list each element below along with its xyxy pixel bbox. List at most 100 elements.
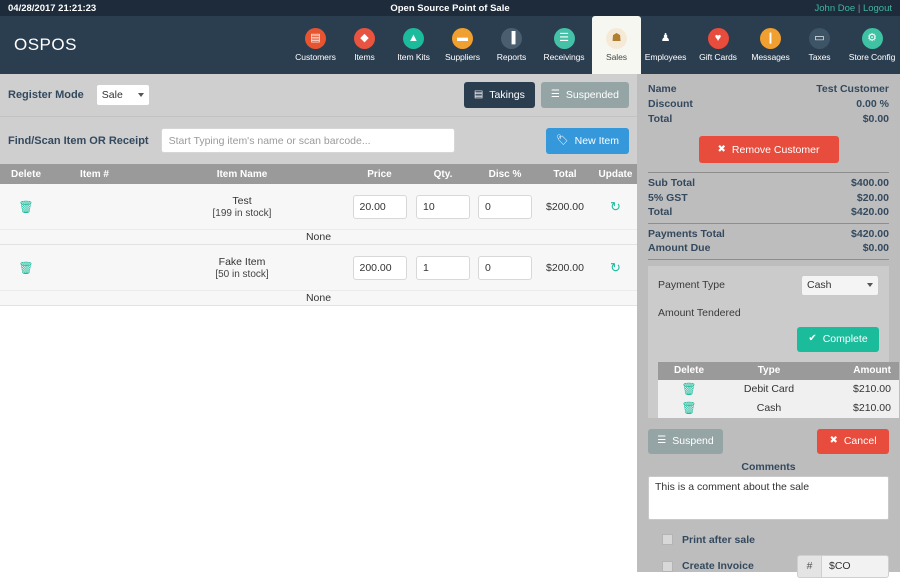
complete-button[interactable]: ✔ Complete (797, 326, 879, 352)
payments-table-body: 🗑 Debit Card $210.00 🗑 Cash $210.00 (658, 379, 899, 418)
remove-customer-label: Remove Customer (731, 143, 820, 156)
cart-item-name-cell: Test [199 in stock] (137, 184, 347, 230)
customers-icon: ▤ (305, 28, 326, 49)
chevron-down-icon (867, 283, 873, 287)
cart-qty-cell (412, 244, 474, 291)
customer-total-label: Total (648, 113, 673, 125)
payment-type-row: Payment Type Cash (658, 274, 879, 296)
cart-disc-cell (474, 244, 536, 291)
amount-tendered-row: Amount Tendered (658, 307, 879, 319)
suspended-label: Suspended (565, 89, 619, 101)
customer-discount-label: Discount (648, 98, 693, 110)
takings-button[interactable]: ▤ Takings (463, 82, 535, 108)
create-invoice-checkbox[interactable] (662, 560, 673, 572)
cart-item-number (52, 244, 137, 291)
quantity-input[interactable] (416, 194, 470, 219)
trash-icon[interactable]: 🗑 (681, 401, 696, 415)
nav-item-suppliers[interactable]: ▬ Suppliers (438, 16, 487, 74)
nav-item-reports[interactable]: ▐ Reports (487, 16, 536, 74)
brand-logo[interactable]: OSPOS (0, 16, 91, 74)
price-input[interactable] (352, 255, 407, 280)
cart-item-name: Test (232, 194, 252, 207)
find-scan-bar: Find/Scan Item OR Receipt 🏷 New Item (0, 117, 637, 164)
complete-wrap: ✔ Complete (658, 326, 879, 352)
cart-table-body: 🗑 Test[199 in stock] $200.00 ↻ None 🗑 Fake Ite… (0, 184, 637, 306)
taxes-icon: ▭ (809, 28, 830, 49)
main-navigation: OSPOS ▤ Customers ◆ Items ▲ Item Kits ▬ Supplie… (0, 16, 900, 74)
totals-row-label: Total (648, 206, 673, 218)
book-icon: ▤ (473, 89, 484, 100)
cart-table-head: Delete Item # Item Name Price Qty. Disc % Tota… (0, 164, 637, 184)
nav-item-employees[interactable]: ♟ Employees (641, 16, 690, 74)
nav-item-items[interactable]: ◆ Items (340, 16, 389, 74)
cart-update-cell: ↻ (594, 184, 637, 230)
cart-column-header: Total (536, 164, 594, 184)
user-session: John Doe | Logout (815, 3, 892, 14)
refresh-icon[interactable]: ↻ (610, 260, 621, 276)
customer-name-value: Test Customer (816, 83, 889, 95)
chevron-down-icon (137, 93, 144, 97)
nav-item-label: Sales (606, 52, 627, 62)
trash-icon[interactable]: 🗑 (18, 261, 33, 275)
payment-type-label: Payment Type (658, 279, 725, 291)
nav-item-messages[interactable]: ❙ Messages (746, 16, 795, 74)
nav-item-item-kits[interactable]: ▲ Item Kits (389, 16, 438, 74)
close-icon: ✖ (717, 143, 726, 155)
payment-amount-cell: $210.00 (818, 398, 899, 418)
nav-item-label: Messages (751, 52, 790, 62)
price-input[interactable] (352, 194, 407, 219)
nav-item-label: Reports (496, 52, 527, 62)
nav-item-gift-cards[interactable]: ♥ Gift Cards (690, 16, 746, 74)
nav-item-customers[interactable]: ▤ Customers (291, 16, 340, 74)
suspended-button[interactable]: ☰ Suspended (540, 82, 629, 108)
nav-item-store-config[interactable]: ⚙ Store Config (844, 16, 900, 74)
nav-item-sales[interactable]: ☗ Sales (592, 16, 641, 74)
cart-item-stock: [199 in stock] (212, 208, 272, 220)
register-action-buttons: ▤ Takings ☰ Suspended (463, 82, 629, 108)
totals-row: 5% GST $20.00 (648, 191, 889, 206)
nav-item-receivings[interactable]: ☰ Receivings (536, 16, 592, 74)
top-utility-bar: 04/28/2017 21:21:23 Open Source Point of… (0, 0, 900, 16)
trash-icon[interactable]: 🗑 (18, 200, 33, 214)
close-icon: ✖ (829, 435, 838, 446)
new-item-button[interactable]: 🏷 New Item (545, 127, 629, 154)
nav-item-label: Store Config (848, 52, 896, 62)
cart-delete-cell: 🗑 (0, 184, 52, 230)
suspend-button[interactable]: ☰ Suspend (648, 428, 723, 454)
store-config-icon: ⚙ (861, 28, 883, 49)
invoice-number-input[interactable] (821, 554, 889, 578)
register-mode-label: Register Mode (8, 89, 84, 101)
refresh-icon[interactable]: ↻ (610, 199, 621, 215)
register-mode-select[interactable]: Sale (95, 84, 150, 106)
list-icon: ☰ (657, 435, 667, 446)
payment-row: 🗑 Debit Card $210.00 (658, 379, 899, 399)
search-input[interactable] (160, 128, 455, 153)
username-link[interactable]: John Doe (815, 3, 856, 14)
remove-customer-wrap: ✖ Remove Customer (648, 136, 889, 163)
check-icon: ✔ (808, 333, 817, 344)
suspend-label: Suspend (672, 435, 714, 447)
nav-item-taxes[interactable]: ▭ Taxes (795, 16, 844, 74)
totals-rows: Sub Total $400.00 5% GST $20.00 Total $420.00 (648, 176, 889, 220)
quantity-input[interactable] (416, 255, 470, 280)
payments-total-label: Payments Total (648, 227, 725, 240)
discount-input[interactable] (478, 255, 532, 280)
trash-icon[interactable]: 🗑 (681, 382, 696, 396)
amount-due-label: Amount Due (648, 242, 711, 254)
cart-item-name-cell: Fake Item [50 in stock] (137, 244, 347, 291)
logout-link[interactable]: Logout (863, 3, 892, 14)
payments-table: Delete Type Amount 🗑 Debit Card $210.00 🗑 Cash… (658, 361, 899, 418)
payment-type-select[interactable]: Cash (801, 274, 879, 296)
comments-textarea[interactable]: This is a comment about the sale (648, 475, 889, 520)
create-invoice-row: Create Invoice # (648, 554, 889, 578)
cancel-button[interactable]: ✖ Cancel (817, 428, 889, 454)
print-after-sale-checkbox[interactable] (662, 534, 673, 545)
cart-total: $200.00 (536, 184, 594, 230)
discount-input[interactable] (478, 194, 532, 219)
payment-delete-cell: 🗑 (658, 379, 720, 399)
sale-action-row: ☰ Suspend ✖ Cancel (648, 428, 889, 454)
gift-cards-icon: ♥ (707, 28, 729, 49)
payment-row: 🗑 Cash $210.00 (658, 398, 899, 418)
amount-due-value: $0.00 (862, 242, 889, 254)
remove-customer-button[interactable]: ✖ Remove Customer (698, 136, 839, 163)
